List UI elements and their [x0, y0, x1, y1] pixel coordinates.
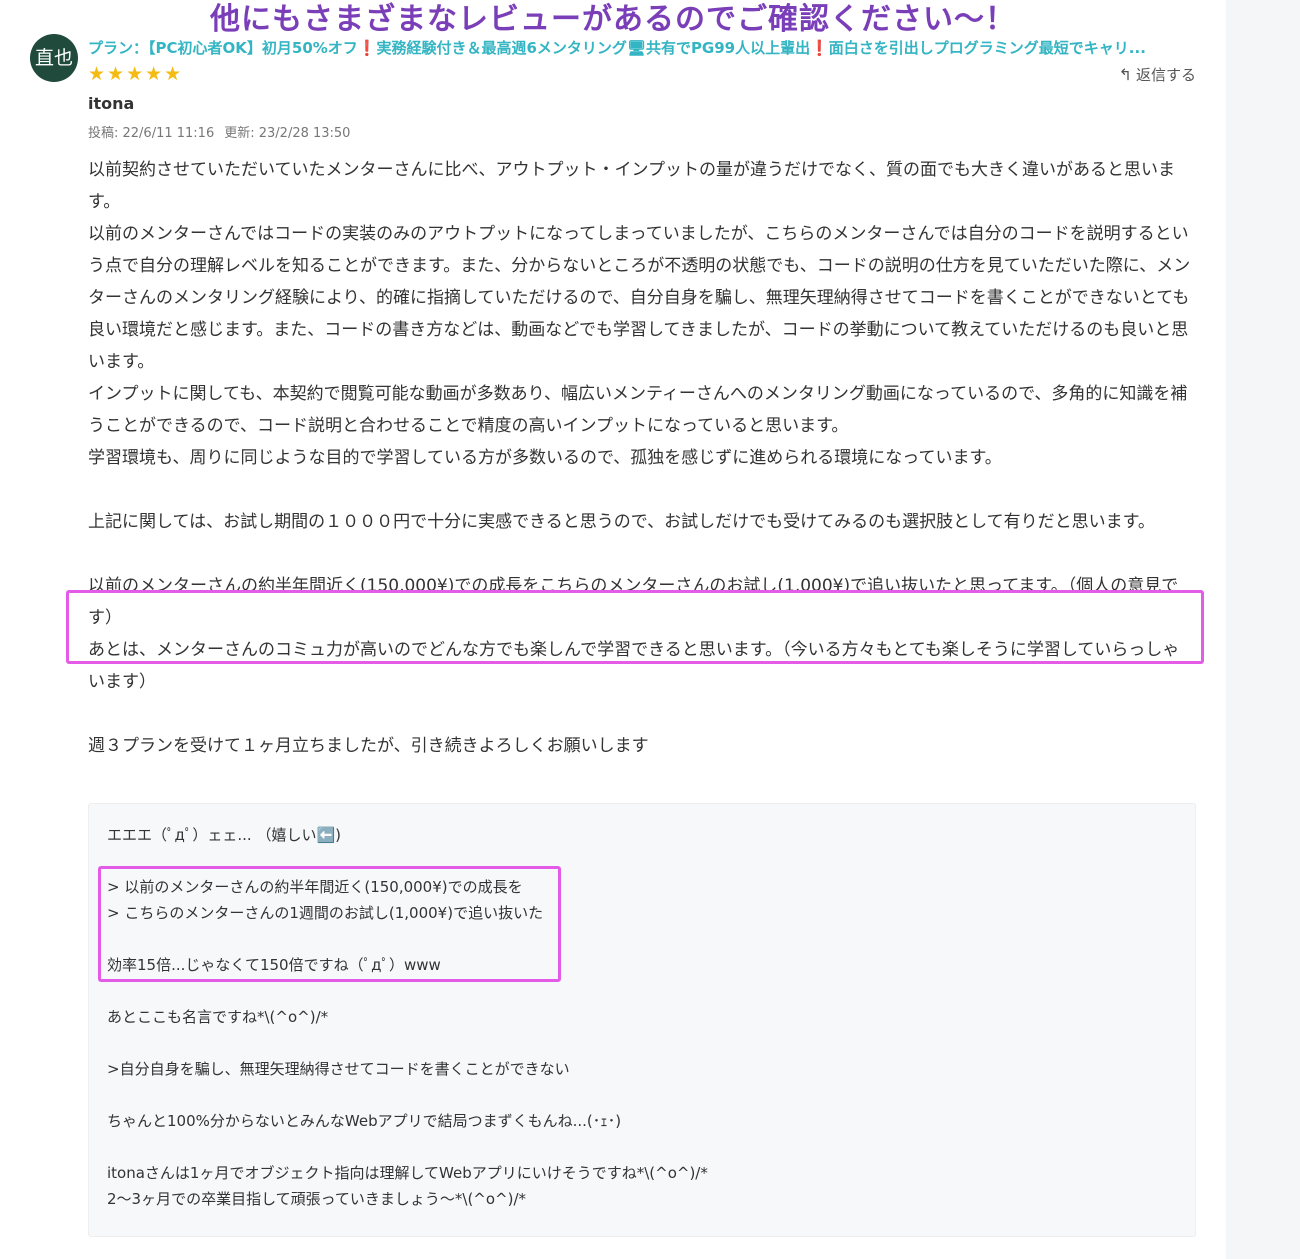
avatar[interactable]: 直也: [30, 34, 78, 82]
reply-line: あとここも名言ですね*\(^o^)/*: [107, 1008, 329, 1026]
highlight-annotation: [98, 866, 561, 982]
review-paragraph: 以前のメンターさんではコードの実装のみのアウトプットになってしまっていましたが、…: [88, 224, 1191, 372]
review-card: 他にもさまざまなレビューがあるのでご確認ください〜！ 直也 プラン：【PC初心者…: [0, 0, 1226, 1259]
reply-line: itonaさんは1ヶ月でオブジェクト指向は理解してWebアプリにいけそうですね*…: [107, 1164, 708, 1182]
user-name[interactable]: itona: [88, 94, 134, 113]
review-paragraph: 週３プランを受けて１ヶ月立ちましたが、引き続きよろしくお願いします: [88, 736, 649, 756]
reply-line: エエエ（ﾟдﾟ）ェェ... （嬉しい⬅️): [107, 826, 341, 844]
review-paragraph: 上記に関しては、お試し期間の１０００円で十分に実感できると思うので、お試しだけで…: [88, 512, 1155, 532]
reply-line: >自分自身を騙し、無理矢理納得させてコードを書くことができない: [107, 1060, 570, 1078]
review-paragraph: 以前契約させていただいていたメンターさんに比べ、アウトプット・インプットの量が違…: [88, 160, 1175, 212]
review-paragraph: インプットに関しても、本契約で閲覧可能な動画が多数あり、幅広いメンティーさんへの…: [88, 384, 1188, 436]
rating-stars: ★★★★★: [88, 63, 184, 85]
post-meta: 投稿: 22/6/11 11:16 更新: 23/2/28 13:50: [88, 122, 350, 141]
reply-line: ちゃんと100%分からないとみんなWebアプリで結局つまずくもんね...(･ｪ･…: [107, 1112, 622, 1130]
banner-text: 他にもさまざまなレビューがあるのでご確認ください〜！: [210, 2, 1016, 37]
reply-button[interactable]: ↰ 返信する: [1119, 64, 1196, 85]
reply-label: 返信する: [1135, 66, 1196, 84]
reply-line: 2〜3ヶ月での卒業目指して頑張っていきましょう〜*\(^o^)/*: [107, 1190, 527, 1208]
reply-icon: ↰: [1118, 65, 1132, 84]
review-paragraph: 学習環境も、周りに同じような目的で学習している方が多数いるので、孤独を感じずに進…: [88, 448, 1002, 468]
updated-date: 更新: 23/2/28 13:50: [224, 126, 351, 141]
plan-link[interactable]: プラン：【PC初心者OK】初月50%オフ❗️実務経験付き＆最高週6メンタリング🖥…: [88, 37, 1203, 58]
review-body: 以前契約させていただいていたメンターさんに比べ、アウトプット・インプットの量が違…: [88, 154, 1193, 762]
highlight-annotation: [66, 590, 1204, 664]
posted-date: 投稿: 22/6/11 11:16: [88, 126, 215, 141]
